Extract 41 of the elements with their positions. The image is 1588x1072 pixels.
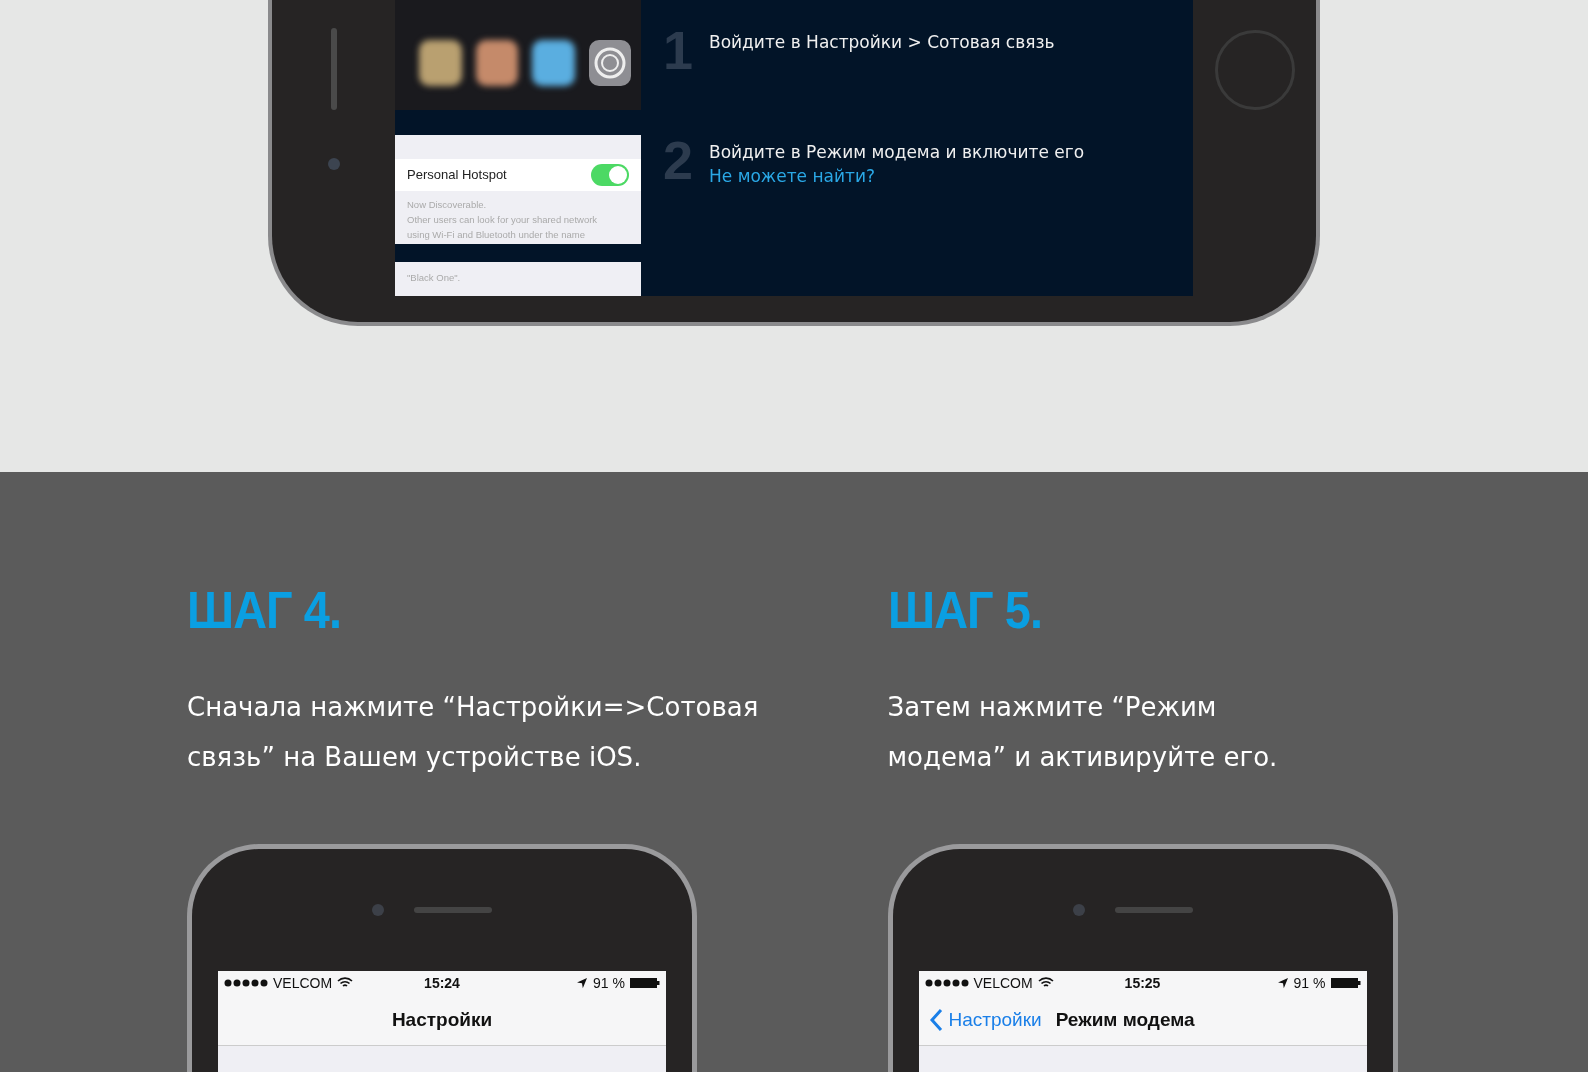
app-icon bbox=[532, 40, 575, 86]
toggle-switch[interactable] bbox=[591, 163, 629, 186]
wifi-icon bbox=[1037, 977, 1054, 989]
settings-icon bbox=[588, 40, 631, 86]
location-arrow-icon bbox=[576, 977, 589, 989]
note-text: using Wi-Fi and Bluetooth under the name bbox=[407, 227, 586, 242]
app-icon bbox=[419, 40, 462, 86]
note-text: "Black One". bbox=[407, 272, 461, 284]
back-button[interactable]: Настройки bbox=[918, 1008, 1042, 1032]
step-heading: ШАГ 4. bbox=[187, 582, 342, 638]
wifi-icon bbox=[337, 977, 354, 989]
chevron-left-icon bbox=[928, 1008, 943, 1032]
toggle-label: Personal Hotspot bbox=[407, 167, 507, 183]
step-heading: ШАГ 5. bbox=[887, 582, 1043, 638]
step-text: Войдите в Режим модема и включите его bbox=[709, 142, 1085, 162]
note-text: Other users can look for your shared network bbox=[407, 212, 599, 227]
help-link[interactable]: Не можете найти? bbox=[709, 166, 1085, 186]
battery-percent: 91 % bbox=[593, 975, 625, 991]
camera-icon bbox=[372, 904, 384, 916]
battery-percent: 91 % bbox=[1293, 975, 1326, 991]
status-time: 15:24 bbox=[424, 975, 460, 991]
step-description: Затем нажмите “Режим модема” и активируйте его. bbox=[887, 691, 1279, 774]
step-text: Войдите в Настройки > Сотовая связь bbox=[709, 32, 1055, 52]
battery-icon bbox=[630, 977, 660, 989]
signal-dots-icon bbox=[924, 979, 969, 987]
speaker-icon bbox=[414, 907, 492, 913]
location-arrow-icon bbox=[1276, 977, 1289, 989]
status-time: 15:25 bbox=[1124, 975, 1161, 991]
screen-title: Настройки bbox=[391, 1009, 493, 1031]
signal-dots-icon bbox=[224, 979, 268, 987]
camera-icon bbox=[1072, 904, 1085, 916]
speaker-icon bbox=[330, 28, 337, 110]
battery-icon bbox=[1330, 977, 1361, 989]
speaker-icon bbox=[1114, 907, 1193, 913]
app-icon bbox=[475, 40, 518, 86]
note-text: Now Discoverable. bbox=[407, 197, 488, 212]
camera-icon bbox=[327, 158, 340, 170]
carrier-name: VELCOM bbox=[973, 975, 1033, 991]
step-description: Сначала нажмите “Настройки=>Сотовая связь” на Вашем устройстве iOS. bbox=[187, 691, 760, 774]
screen-title: Режим модема bbox=[1055, 1009, 1196, 1031]
carrier-name: VELCOM bbox=[273, 975, 333, 991]
